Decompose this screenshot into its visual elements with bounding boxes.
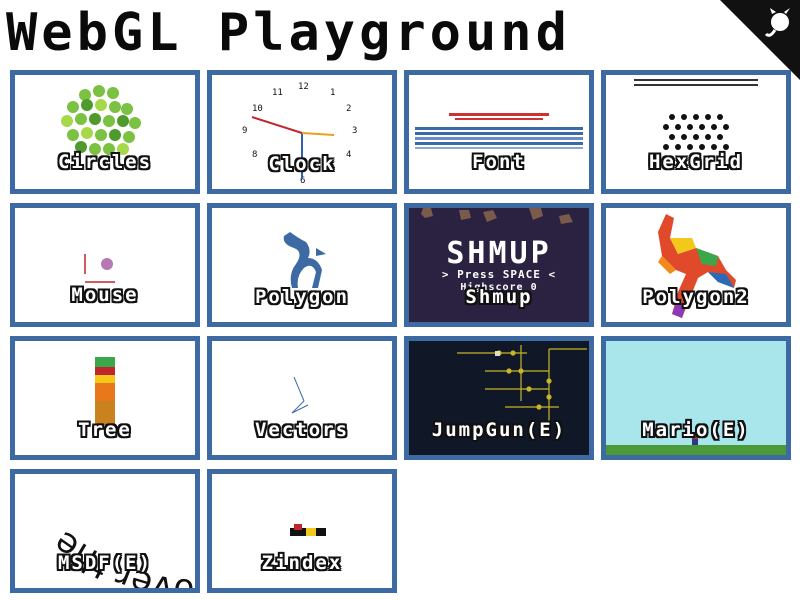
card-circles[interactable]: Circles — [10, 70, 200, 194]
clock-numeral: 2 — [346, 104, 351, 114]
card-jumpgun[interactable]: JumpGun(E) — [404, 336, 594, 460]
card-font[interactable]: Font — [404, 70, 594, 194]
card-label: MSDF(E) — [57, 552, 153, 574]
card-label: Mouse — [71, 284, 139, 306]
card-label: Zindex — [261, 552, 343, 574]
card-hexgrid[interactable]: HexGrid — [601, 70, 791, 194]
clock-numeral: 3 — [352, 126, 357, 136]
card-msdf[interactable]: over the MSDF(E) — [10, 469, 200, 593]
card-label: Polygon — [254, 286, 350, 308]
card-tree[interactable]: Tree — [10, 336, 200, 460]
clock-numeral: 11 — [272, 88, 283, 98]
card-label: Tree — [78, 419, 132, 441]
card-label: Circles — [57, 151, 153, 173]
card-label: Shmup — [465, 286, 533, 308]
shmup-prompt: > Press SPACE < — [441, 268, 557, 281]
clock-numeral: 9 — [242, 126, 247, 136]
card-shmup[interactable]: SHMUP > Press SPACE < Highscore 0 Shmup — [404, 203, 594, 327]
card-vectors[interactable]: Vectors — [207, 336, 397, 460]
card-label: Font — [472, 151, 526, 173]
card-label: Vectors — [254, 419, 350, 441]
card-label: Polygon2 — [642, 286, 750, 308]
card-polygon[interactable]: Polygon — [207, 203, 397, 327]
card-mouse[interactable]: Mouse — [10, 203, 200, 327]
card-mario[interactable]: Mario(E) — [601, 336, 791, 460]
card-label: Clock — [268, 153, 336, 175]
clock-numeral: 1 — [330, 88, 335, 98]
card-zindex[interactable]: Zindex — [207, 469, 397, 593]
clock-numeral: 12 — [298, 82, 309, 92]
clock-numeral: 10 — [252, 104, 263, 114]
card-label: JumpGun(E) — [431, 419, 567, 441]
github-corner[interactable] — [720, 0, 800, 80]
card-label: Mario(E) — [642, 419, 750, 441]
shmup-heading: SHMUP — [446, 236, 552, 271]
page-title: WebGL Playground — [6, 3, 571, 63]
card-label: HexGrid — [648, 151, 744, 173]
card-polygon2[interactable]: Polygon2 — [601, 203, 791, 327]
card-clock[interactable]: 12 1 2 3 4 5 6 7 8 9 10 11 Clock — [207, 70, 397, 194]
